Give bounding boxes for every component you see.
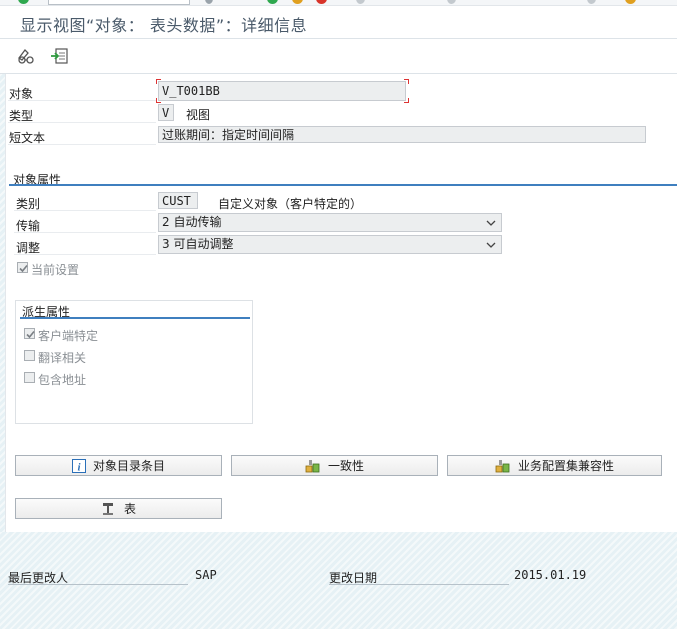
object-directory-label: 对象目录条目 — [92, 459, 165, 473]
enter-icon[interactable] — [18, 0, 29, 4]
command-field[interactable] — [48, 0, 190, 5]
row-line — [8, 100, 156, 101]
page-title: 显示视图“对象： 表头数据”：详细信息 — [20, 16, 308, 35]
row-line — [14, 254, 156, 255]
section-divider — [20, 317, 250, 319]
row-line — [329, 584, 509, 585]
glasses-icon[interactable] — [16, 46, 36, 66]
row-line — [14, 232, 156, 233]
exit-icon[interactable] — [292, 0, 303, 4]
system-toolbar — [0, 0, 677, 6]
translation-relevant-checkbox[interactable] — [24, 350, 35, 361]
adjust-dropdown[interactable]: 3 可自动调整 — [158, 235, 502, 254]
row-line — [8, 122, 156, 123]
short-text-field[interactable]: 过账期间：指定时间间隔 — [158, 126, 646, 143]
current-settings-checkbox[interactable] — [17, 262, 28, 273]
object-field[interactable]: V_T001BB — [158, 81, 406, 101]
translation-relevant-label: 翻译相关 — [38, 351, 87, 365]
category-text: 自定义对象（客户特定的） — [218, 197, 363, 211]
adjust-value: 3 可自动调整 — [162, 237, 234, 251]
tables-button[interactable]: 表 — [15, 498, 222, 519]
info-icon: i — [71, 458, 86, 473]
panel-border — [5, 74, 6, 532]
checkmark-icon — [19, 264, 28, 273]
contains-address-label: 包含地址 — [38, 373, 87, 387]
required-marker — [404, 98, 409, 103]
find-icon[interactable] — [447, 0, 456, 4]
object-directory-button[interactable]: i 对象目录条目 — [15, 455, 222, 476]
layout-icon[interactable] — [587, 0, 596, 4]
required-marker — [156, 98, 161, 103]
checkmark-icon — [26, 330, 35, 339]
tools-icon — [102, 502, 113, 515]
chevron-down-icon[interactable] — [485, 237, 497, 252]
type-text: 视图 — [186, 108, 211, 122]
changed-by-value: SAP — [195, 568, 217, 582]
balance-icon — [305, 459, 320, 472]
consistency-button[interactable]: 一致性 — [231, 455, 438, 476]
bc-set-icon — [495, 459, 510, 472]
row-line — [8, 584, 188, 585]
current-settings-label: 当前设置 — [31, 263, 80, 277]
client-specific-checkbox[interactable] — [24, 328, 35, 339]
contains-address-checkbox[interactable] — [24, 372, 35, 383]
category-field[interactable]: CUST — [158, 192, 198, 209]
required-marker — [156, 79, 161, 84]
changed-on-value: 2015.01.19 — [514, 568, 587, 582]
cancel-icon[interactable] — [316, 0, 327, 4]
transport-dropdown[interactable]: 2 自动传输 — [158, 213, 502, 232]
save-icon[interactable] — [205, 0, 213, 4]
transport-value: 2 自动传输 — [162, 215, 222, 229]
help-icon[interactable] — [625, 0, 636, 4]
section-divider — [9, 184, 677, 186]
bc-set-compat-button[interactable]: 业务配置集兼容性 — [447, 455, 662, 476]
required-marker — [404, 79, 409, 84]
client-specific-label: 客户端特定 — [38, 329, 99, 343]
export-icon[interactable] — [50, 46, 70, 66]
row-line — [14, 210, 156, 211]
divider — [0, 38, 677, 39]
chevron-down-icon[interactable] — [485, 215, 497, 230]
print-icon[interactable] — [356, 0, 365, 4]
bc-set-compat-label: 业务配置集兼容性 — [517, 459, 614, 473]
tables-label: 表 — [123, 502, 136, 516]
type-field[interactable]: V — [158, 104, 174, 121]
back-icon[interactable] — [267, 0, 278, 4]
row-line — [8, 144, 156, 145]
consistency-label: 一致性 — [327, 459, 364, 473]
